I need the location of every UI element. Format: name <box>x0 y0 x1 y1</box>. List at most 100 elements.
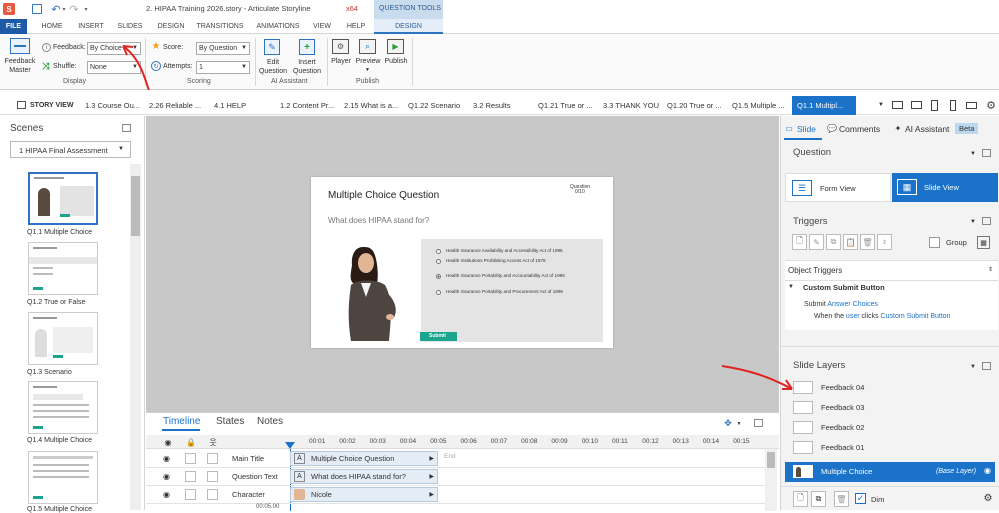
eye-icon[interactable]: ◉ <box>163 472 170 481</box>
playhead-marker[interactable] <box>285 442 295 449</box>
gear-icon[interactable]: ⚙ <box>982 492 994 504</box>
scrollbar-thumb[interactable] <box>767 452 775 468</box>
slide-tab[interactable]: Q1.5 Multiple ... <box>732 96 785 115</box>
lock-icon[interactable]: 🔒 <box>186 437 196 447</box>
dim-checkbox[interactable]: ✓ <box>855 493 866 504</box>
slide-tab[interactable]: 4.1 HELP <box>214 96 246 115</box>
tab-states[interactable]: States <box>216 416 244 427</box>
tab-notes[interactable]: Notes <box>257 416 283 427</box>
tab-question-design[interactable]: DESIGN <box>374 19 443 34</box>
slide-thumbnail[interactable] <box>28 242 98 295</box>
trigger-item[interactable]: Submit Answer Choices <box>804 301 878 308</box>
edit-trigger-icon[interactable]: ✎ <box>809 234 824 250</box>
tab-view[interactable]: VIEW <box>311 19 333 34</box>
shuffle-select[interactable]: None ▼ <box>87 61 141 74</box>
trigger-condition[interactable]: When the user clicks Custom Submit Butto… <box>814 313 951 320</box>
slide-tab[interactable]: 2.15 What is a... <box>344 96 398 115</box>
radio-button-selected[interactable] <box>436 274 441 279</box>
accessibility-checkbox[interactable] <box>207 453 218 464</box>
form-view-button[interactable]: ☰ Form View <box>785 173 891 202</box>
scrollbar[interactable] <box>130 164 141 510</box>
trigger-target-link[interactable]: Answer Choices <box>827 301 878 308</box>
slide-tab[interactable]: 2.26 Reliable ... <box>149 96 201 115</box>
score-select[interactable]: By Question ▼ <box>196 42 250 55</box>
undo-dropdown-icon[interactable]: ▾ <box>61 3 67 15</box>
panel-collapse-icon[interactable] <box>754 419 763 427</box>
panel-collapse-icon[interactable] <box>982 217 991 225</box>
accessibility-checkbox[interactable] <box>207 471 218 482</box>
story-view-tab[interactable]: STORY VIEW <box>30 96 73 115</box>
tab-help[interactable]: HELP <box>344 19 368 34</box>
collapse-icon[interactable]: ⇕ <box>986 265 995 274</box>
trash-icon[interactable]: 🗑 <box>834 491 849 507</box>
panel-collapse-icon[interactable] <box>982 362 991 370</box>
duplicate-layer-icon[interactable]: ⧉ <box>811 491 826 507</box>
answer-choice[interactable]: Health Insurance Availability and Access… <box>436 248 596 256</box>
gear-icon[interactable]: ⚙ <box>985 99 997 112</box>
radio-button[interactable] <box>436 249 441 254</box>
phone-landscape-icon[interactable] <box>966 102 977 109</box>
slide-tab[interactable]: 3.2 Results <box>473 96 511 115</box>
eye-icon[interactable]: ◉ <box>163 454 170 463</box>
person-icon[interactable]: 웃 <box>208 437 218 447</box>
answer-choice[interactable]: Health Insurance Portability and Account… <box>436 273 596 281</box>
slide-thumbnail[interactable] <box>28 381 98 434</box>
chevron-down-icon[interactable]: ▼ <box>877 100 885 110</box>
question-prompt[interactable]: What does HIPAA stand for? <box>328 216 429 225</box>
tab-ai-assistant[interactable]: ✦ AI Assistant Beta <box>893 120 997 140</box>
layer-item[interactable]: Feedback 02 <box>785 418 995 437</box>
chevron-down-icon[interactable]: ▼ <box>736 419 742 428</box>
character-image[interactable] <box>333 239 408 341</box>
expand-icon[interactable]: ▼ <box>788 284 794 290</box>
customize-toolbar-icon[interactable]: ▾ <box>82 3 90 15</box>
tab-comments[interactable]: 💬 Comments <box>827 120 887 140</box>
slide-tab[interactable]: 1.3 Course Ou... <box>85 96 140 115</box>
timeline-row[interactable]: ◉ Character Nicole ▶ <box>146 486 765 504</box>
paste-trigger-icon[interactable]: 📋 <box>843 234 858 250</box>
answer-choice[interactable]: Health Institutions Prohibiting Access A… <box>436 258 596 266</box>
insert-question-button[interactable]: + Insert Question <box>290 36 324 78</box>
timeline-object-bar[interactable]: A Multiple Choice Question ▶ <box>290 451 438 466</box>
tab-timeline[interactable]: Timeline <box>163 416 200 427</box>
slide-tab[interactable]: 1.2 Content Pr... <box>280 96 334 115</box>
radio-button[interactable] <box>436 290 441 295</box>
tab-animations[interactable]: ANIMATIONS <box>253 19 303 34</box>
save-icon[interactable] <box>32 4 42 14</box>
eye-icon[interactable]: ◉ <box>984 466 991 475</box>
slide-thumbnail[interactable] <box>28 312 98 365</box>
timeline-object-bar[interactable]: A What does HIPAA stand for? ▶ <box>290 469 438 484</box>
publish-button[interactable]: ▶ Publish <box>382 36 410 76</box>
panel-collapse-icon[interactable] <box>982 149 991 157</box>
trigger-object-link[interactable]: Custom Submit Button <box>881 313 951 320</box>
slide-tab[interactable]: Q1.21 True or ... <box>538 96 593 115</box>
copy-trigger-icon[interactable]: ⧉ <box>826 234 841 250</box>
tab-file[interactable]: FILE <box>0 19 27 34</box>
accessibility-checkbox[interactable] <box>207 489 218 500</box>
timeline-scrollbar[interactable] <box>765 449 777 511</box>
layer-item[interactable]: Feedback 03 <box>785 398 995 417</box>
timeline-object-bar[interactable]: Nicole ▶ <box>290 487 438 502</box>
scrollbar-thumb[interactable] <box>131 176 140 236</box>
move-up-down-icon[interactable]: ⇕ <box>877 234 892 250</box>
answer-choice[interactable]: Health Insurance Portability and Procure… <box>436 289 596 297</box>
tab-design[interactable]: DESIGN <box>154 19 188 34</box>
trash-icon[interactable]: 🗑 <box>860 234 875 250</box>
feedback-master-button[interactable]: Feedback Master <box>3 36 37 78</box>
panel-collapse-icon[interactable] <box>122 124 131 132</box>
attempts-select[interactable]: 1 ▼ <box>196 61 250 74</box>
tab-slide[interactable]: ▭ Slide <box>784 120 824 140</box>
group-checkbox[interactable] <box>929 237 940 248</box>
slide-tab[interactable]: 3.3 THANK YOU <box>603 96 659 115</box>
desktop-icon[interactable] <box>892 101 903 109</box>
player-button[interactable]: ⚙ Player <box>329 36 353 76</box>
new-layer-icon[interactable]: 🗋 <box>793 491 808 507</box>
layer-item[interactable]: Feedback 04 <box>785 378 995 397</box>
layer-item[interactable]: Feedback 01 <box>785 438 995 457</box>
edit-question-button[interactable]: ✎ Edit Question <box>257 36 289 78</box>
phone-icon[interactable] <box>950 100 956 111</box>
submit-button[interactable]: Submit <box>420 332 457 341</box>
slide-title[interactable]: Multiple Choice Question <box>328 190 439 201</box>
redo-icon[interactable]: ↷ <box>68 2 80 16</box>
lock-checkbox[interactable] <box>185 453 196 464</box>
slide-tab[interactable]: Q1.20 True or ... <box>667 96 722 115</box>
